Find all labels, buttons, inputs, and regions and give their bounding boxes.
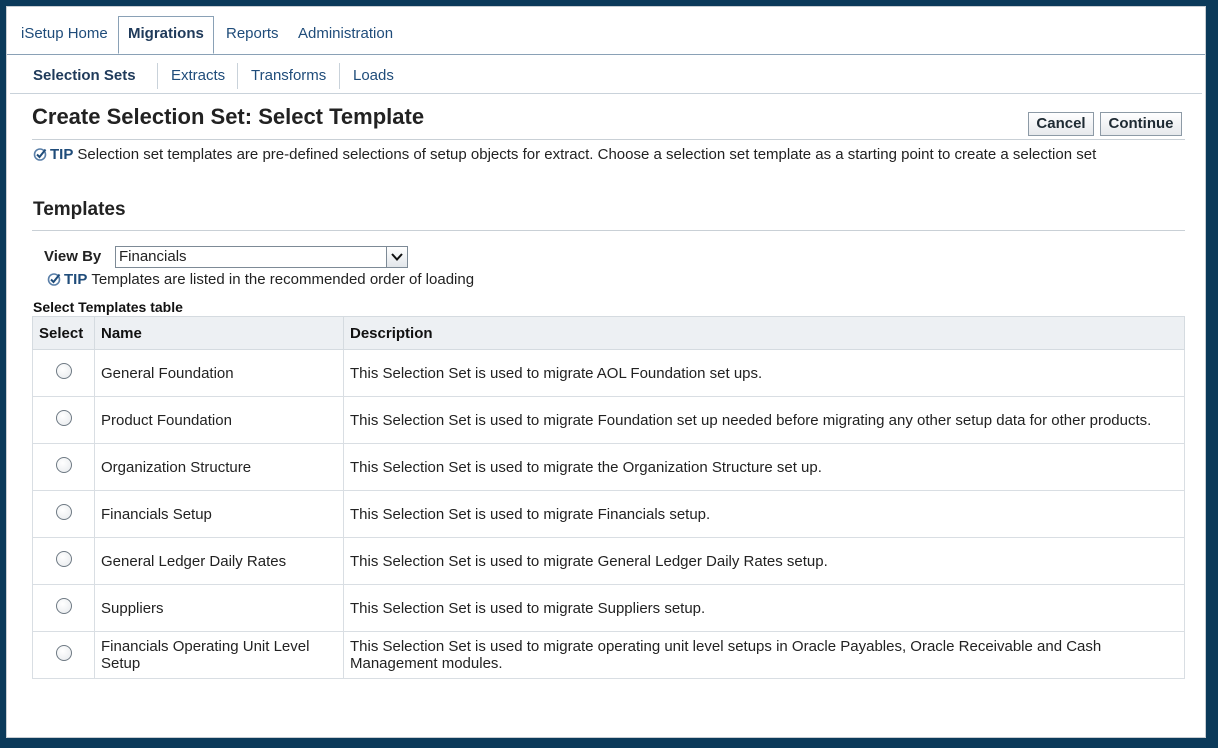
page-title: Create Selection Set: Select Template (32, 104, 425, 129)
template-name: Financials Operating Unit Level Setup (94, 631, 344, 679)
main-tab-bar: iSetup Home Migrations Reports Administr… (7, 13, 1205, 55)
select-cell (32, 490, 95, 538)
select-radio[interactable] (55, 645, 72, 661)
tab-isetup-home[interactable]: iSetup Home (14, 17, 115, 51)
template-name: Financials Setup (94, 490, 344, 538)
table-caption: Select Templates table (33, 299, 183, 315)
tip-check-icon (47, 273, 61, 286)
subtab-transforms[interactable]: Transforms (251, 67, 326, 84)
select-radio[interactable] (55, 363, 72, 379)
select-radio[interactable] (55, 551, 72, 567)
chevron-down-icon[interactable] (386, 247, 407, 267)
select-cell (32, 349, 95, 397)
view-by-value: Financials (119, 248, 187, 265)
tip-label: TIP (50, 146, 74, 163)
select-cell (32, 537, 95, 585)
tab-migrations[interactable]: Migrations (118, 16, 214, 54)
subtab-divider (237, 63, 238, 89)
tab-administration[interactable]: Administration (291, 17, 400, 51)
select-radio[interactable] (55, 457, 72, 473)
templates-table: Select Name Description General Foundati… (32, 316, 1185, 679)
select-radio[interactable] (55, 504, 72, 520)
select-cell (32, 396, 95, 444)
subtab-selection-sets[interactable]: Selection Sets (33, 67, 136, 84)
template-description: This Selection Set is used to migrate Fi… (343, 490, 1185, 538)
template-name: Organization Structure (94, 443, 344, 491)
template-description: This Selection Set is used to migrate th… (343, 443, 1185, 491)
continue-button[interactable]: Continue (1100, 112, 1182, 136)
table-row: General Foundation This Selection Set is… (32, 349, 1185, 397)
view-by-label: View By (44, 248, 102, 265)
tip-text: Templates are listed in the recommended … (91, 271, 475, 288)
table-row: General Ledger Daily Rates This Selectio… (32, 537, 1185, 585)
template-name: Suppliers (94, 584, 344, 632)
table-row: Product Foundation This Selection Set is… (32, 396, 1185, 444)
template-name: Product Foundation (94, 396, 344, 444)
select-radio[interactable] (55, 598, 72, 614)
template-description: This Selection Set is used to migrate AO… (343, 349, 1185, 397)
select-cell (32, 443, 95, 491)
subtab-loads[interactable]: Loads (353, 67, 394, 84)
subtab-divider (339, 63, 340, 89)
table-header-row: Select Name Description (32, 316, 1185, 350)
subtab-bottom-divider (10, 93, 1202, 94)
templates-tip: TIP Templates are listed in the recommend… (47, 271, 474, 288)
templates-section-title: Templates (33, 199, 126, 220)
view-by-select[interactable]: Financials (115, 246, 408, 268)
cancel-button[interactable]: Cancel (1028, 112, 1094, 136)
table-row: Financials Setup This Selection Set is u… (32, 490, 1185, 538)
page-tip: TIP Selection set templates are pre-defin… (33, 146, 1096, 163)
template-name: General Ledger Daily Rates (94, 537, 344, 585)
sub-tab-bar: Selection Sets Extracts Transforms Loads (7, 55, 1205, 95)
select-cell (32, 631, 95, 679)
template-description: This Selection Set is used to migrate Ge… (343, 537, 1185, 585)
dropdown-arrow-shape (391, 253, 403, 261)
tab-reports[interactable]: Reports (219, 17, 286, 51)
table-row: Organization Structure This Selection Se… (32, 443, 1185, 491)
column-header-select: Select (32, 316, 95, 350)
tip-text: Selection set templates are pre-defined … (77, 146, 1097, 163)
template-description: This Selection Set is used to migrate Su… (343, 584, 1185, 632)
tip-check-icon (33, 148, 47, 161)
application-window: iSetup Home Migrations Reports Administr… (6, 6, 1206, 738)
tip-label: TIP (64, 271, 88, 288)
subtab-divider (157, 63, 158, 89)
template-name: General Foundation (94, 349, 344, 397)
table-row: Financials Operating Unit Level Setup Th… (32, 631, 1185, 679)
title-divider (32, 139, 1185, 140)
select-radio[interactable] (55, 410, 72, 426)
select-cell (32, 584, 95, 632)
section-divider (32, 230, 1185, 231)
subtab-extracts[interactable]: Extracts (171, 67, 225, 84)
column-header-name: Name (94, 316, 344, 350)
template-description: This Selection Set is used to migrate op… (343, 631, 1185, 679)
template-description: This Selection Set is used to migrate Fo… (343, 396, 1185, 444)
table-row: Suppliers This Selection Set is used to … (32, 584, 1185, 632)
column-header-description: Description (343, 316, 1185, 350)
